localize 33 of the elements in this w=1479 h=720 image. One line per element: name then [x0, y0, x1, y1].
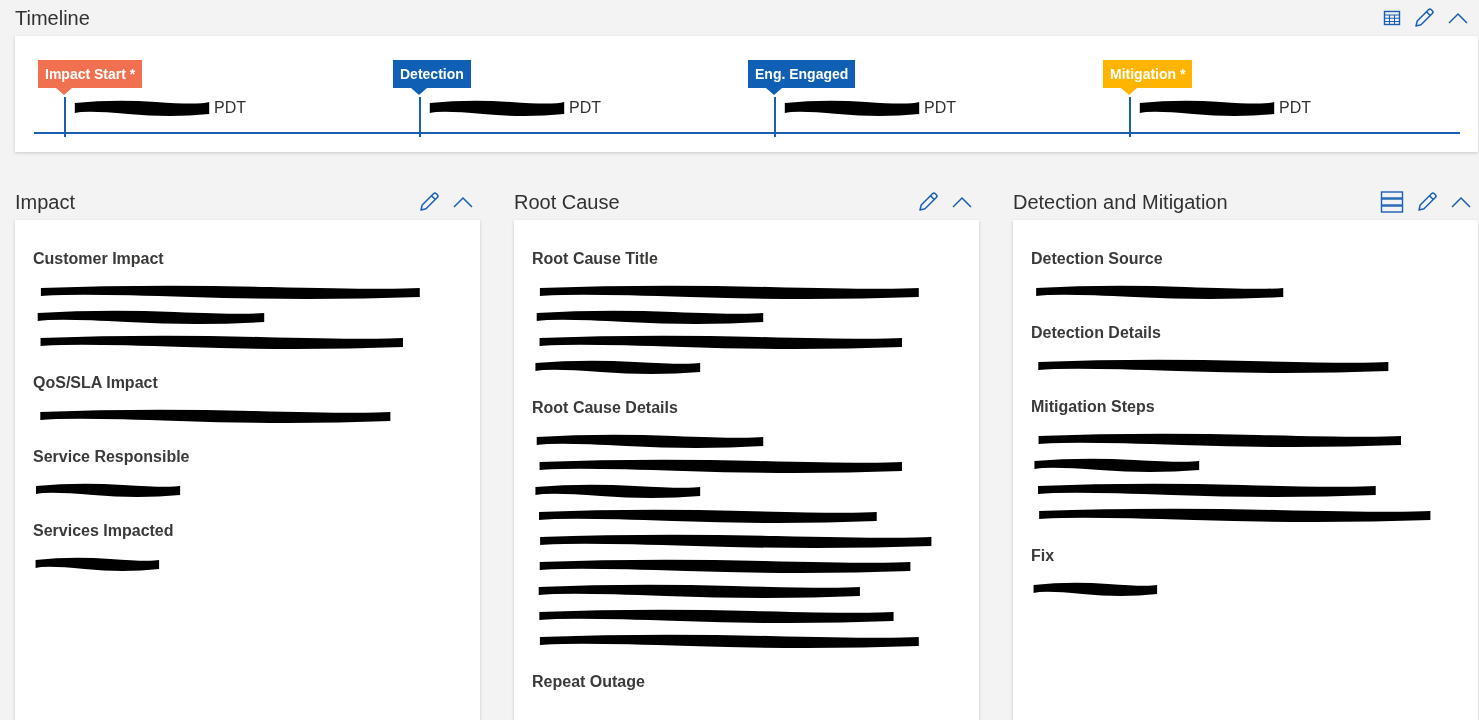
- time-zone: PDT: [214, 99, 246, 117]
- field-label: Services Impacted: [33, 522, 175, 540]
- field-label: Detection Details: [1031, 324, 1162, 342]
- field-label: QoS/SLA Impact: [33, 374, 159, 392]
- collapse-icon[interactable]: [452, 195, 474, 209]
- edit-icon[interactable]: [1413, 7, 1435, 29]
- section-title: Impact: [15, 190, 76, 214]
- section-title: Timeline: [15, 6, 90, 30]
- field-label: Detection Source: [1031, 250, 1164, 268]
- field-label: Root Cause Details: [532, 399, 679, 417]
- section-title: Detection and Mitigation: [1013, 190, 1228, 214]
- collapse-icon[interactable]: [951, 195, 973, 209]
- field-label: Repeat Outage: [532, 673, 646, 691]
- event-flag: Impact Start *: [38, 60, 143, 95]
- event-flag: Mitigation *: [1103, 60, 1193, 95]
- edit-icon[interactable]: [1416, 191, 1438, 213]
- time-zone: PDT: [1279, 99, 1311, 117]
- edit-icon[interactable]: [418, 191, 440, 213]
- list-icon[interactable]: [1380, 190, 1404, 214]
- time-zone: PDT: [569, 99, 601, 117]
- field-label: Mitigation Steps: [1031, 398, 1156, 416]
- field-label: Root Cause Title: [532, 250, 659, 268]
- field-label: Fix: [1031, 547, 1056, 565]
- section-title: Root Cause: [514, 190, 620, 214]
- event-flag: Detection: [393, 60, 471, 95]
- table-icon[interactable]: [1383, 9, 1401, 27]
- time-zone: PDT: [924, 99, 956, 117]
- collapse-icon[interactable]: [1447, 11, 1469, 25]
- collapse-icon[interactable]: [1450, 195, 1472, 209]
- field-label: Customer Impact: [33, 250, 165, 268]
- event-flag: Eng. Engaged: [748, 60, 856, 95]
- field-label: Service Responsible: [33, 448, 191, 466]
- edit-icon[interactable]: [917, 191, 939, 213]
